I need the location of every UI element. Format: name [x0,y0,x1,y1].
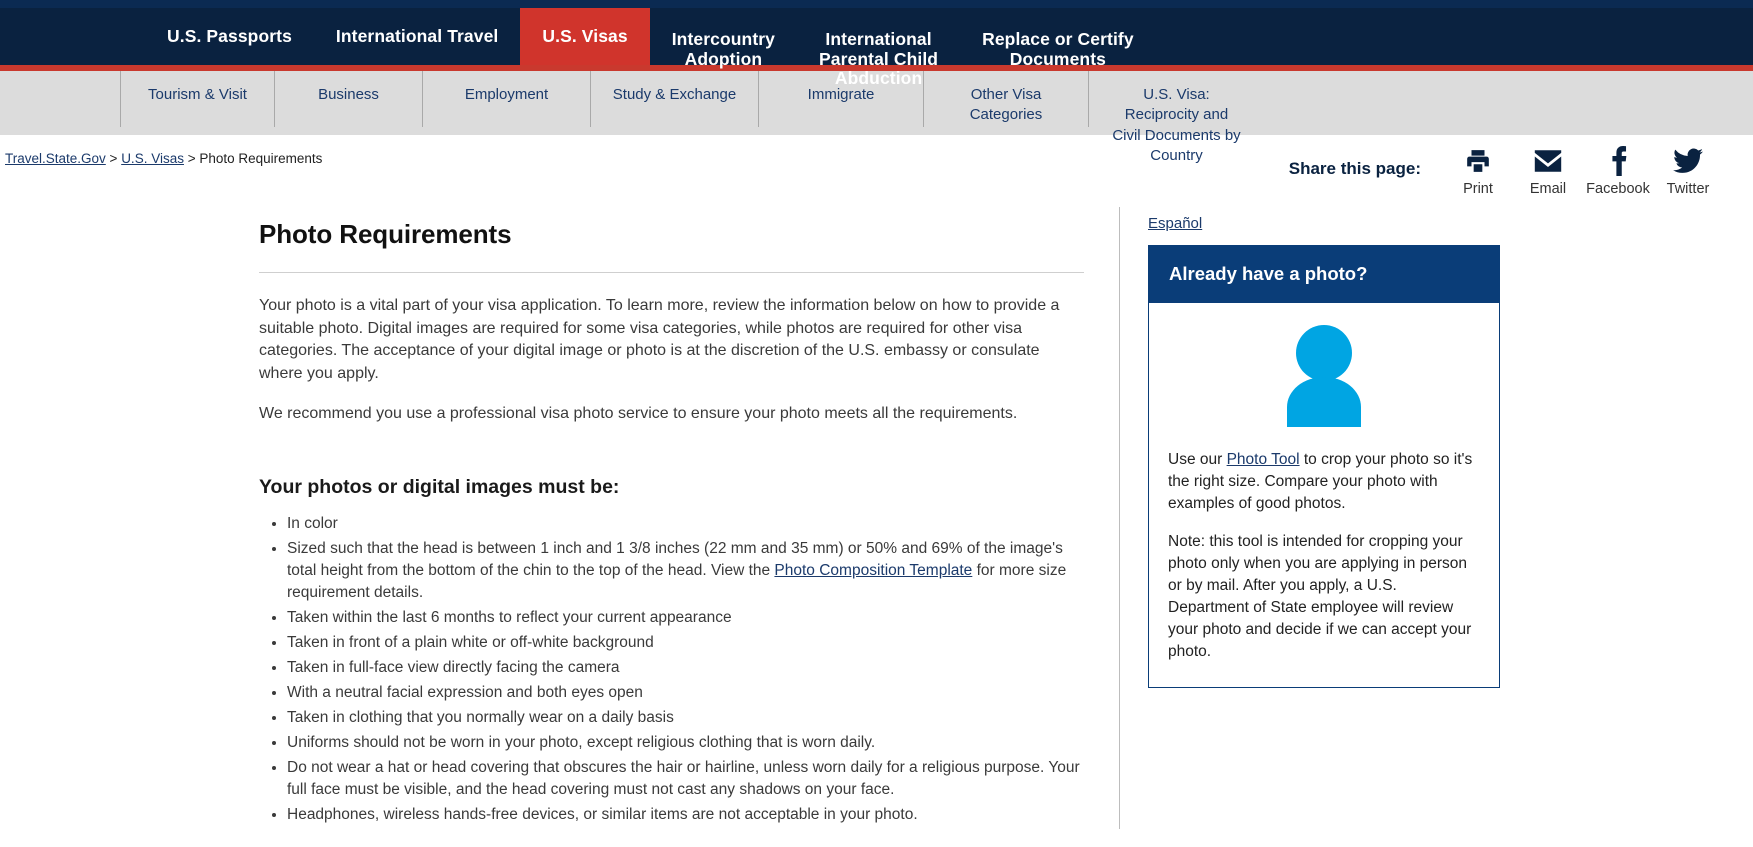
list-item: Uniforms should not be worn in your phot… [287,732,1084,754]
breadcrumb-link-us-visas[interactable]: U.S. Visas [121,151,184,166]
share-print-label: Print [1463,181,1493,197]
photo-tool-link[interactable]: Photo Tool [1227,451,1300,468]
requirement-text: In color [287,514,338,532]
printer-icon [1443,145,1513,177]
list-item: Taken in clothing that you normally wear… [287,707,1084,729]
requirement-text: Taken within the last 6 months to reflec… [287,608,732,626]
panel-paragraph-2: Note: this tool is intended for cropping… [1168,533,1472,660]
twitter-icon [1653,145,1723,177]
nav-item-us-visas[interactable]: U.S. Visas [520,8,650,65]
list-item: Sized such that the head is between 1 in… [287,538,1084,604]
nav-item-intercountry-adoption[interactable]: Intercountry Adoption [650,8,797,68]
photo-composition-template-link[interactable]: Photo Composition Template [774,562,972,579]
nav-item-international-travel[interactable]: International Travel [314,8,520,65]
sidebar-column: Español Already have a photo? Use our Ph… [1120,207,1520,829]
share-this-page: Share this page: Print Email Facebook Tw… [1289,145,1723,197]
breadcrumb-separator-1: > [105,151,122,166]
requirement-text: Uniforms should not be worn in your phot… [287,733,876,751]
nav-item-replace-or-certify-documents[interactable]: Replace or Certify Documents [960,8,1156,68]
facebook-icon [1583,145,1653,177]
nav-item-international-parental-child-abduction[interactable]: International Parental Child Abduction [797,8,960,88]
list-item: Do not wear a hat or head covering that … [287,757,1084,801]
share-facebook-button[interactable]: Facebook [1583,145,1653,197]
list-item: In color [287,513,1084,535]
subnav-item-business[interactable]: Business [275,71,423,127]
breadcrumb: Travel.State.Gov > U.S. Visas > Photo Re… [0,151,322,166]
share-twitter-label: Twitter [1666,181,1710,197]
requirements-list: In color Sized such that the head is bet… [259,513,1084,826]
page-content: Photo Requirements Your photo is a vital… [0,207,1753,829]
subnav-item-employment[interactable]: Employment [423,71,591,127]
breadcrumb-share-row: Travel.State.Gov > U.S. Visas > Photo Re… [0,135,1753,207]
panel-paragraph-1: Use our Photo Tool to crop your photo so… [1168,449,1480,515]
subnav-item-study-exchange[interactable]: Study & Exchange [591,71,759,127]
panel-title: Already have a photo? [1149,245,1499,303]
requirement-text: Headphones, wireless hands-free devices,… [287,805,918,823]
requirements-heading: Your photos or digital images must be: [259,475,620,498]
breadcrumb-link-home[interactable]: Travel.State.Gov [5,151,106,166]
requirement-text: Do not wear a hat or head covering that … [287,758,1080,798]
share-print-button[interactable]: Print [1443,145,1513,197]
envelope-icon [1513,145,1583,177]
nav-item-us-passports[interactable]: U.S. Passports [145,8,314,65]
page-title: Photo Requirements [259,219,512,249]
list-item: Taken in front of a plain white or off-w… [287,632,1084,654]
already-have-photo-panel: Already have a photo? Use our Photo Tool… [1148,245,1500,688]
list-item: Headphones, wireless hands-free devices,… [287,804,1084,826]
primary-navigation: U.S. Passports International Travel U.S.… [0,8,1753,88]
intro-paragraph-1: Your photo is a vital part of your visa … [259,297,1060,383]
requirement-text: Taken in full-face view directly facing … [287,658,620,676]
share-twitter-button[interactable]: Twitter [1653,145,1723,197]
subnav-item-visa-reciprocity[interactable]: U.S. Visa: Reciprocity and Civil Documen… [1089,71,1264,164]
subnav-item-other-visa-categories[interactable]: Other Visa Categories [924,71,1089,127]
share-email-label: Email [1529,181,1567,197]
list-item: With a neutral facial expression and bot… [287,682,1084,704]
subnav-item-tourism-visit[interactable]: Tourism & Visit [120,71,275,127]
breadcrumb-current: Photo Requirements [199,151,323,166]
share-email-button[interactable]: Email [1513,145,1583,197]
list-item: Taken in full-face view directly facing … [287,657,1084,679]
breadcrumb-separator-2: > [183,151,200,166]
panel-body: Use our Photo Tool to crop your photo so… [1149,303,1499,687]
title-divider [259,272,1084,273]
panel-text-before: Use our [1168,451,1227,468]
main-column: Photo Requirements Your photo is a vital… [0,207,1120,829]
share-facebook-label: Facebook [1586,181,1650,197]
intro-paragraph-2: We recommend you use a professional visa… [259,404,1018,422]
list-item: Taken within the last 6 months to reflec… [287,607,1084,629]
person-avatar-icon [1168,325,1480,427]
requirement-text: Taken in front of a plain white or off-w… [287,633,654,651]
requirement-text: With a neutral facial expression and bot… [287,683,643,701]
top-accent-strip [0,0,1753,8]
share-label: Share this page: [1288,159,1421,178]
requirement-text: Taken in clothing that you normally wear… [287,708,674,726]
espanol-link[interactable]: Español [1148,215,1202,232]
